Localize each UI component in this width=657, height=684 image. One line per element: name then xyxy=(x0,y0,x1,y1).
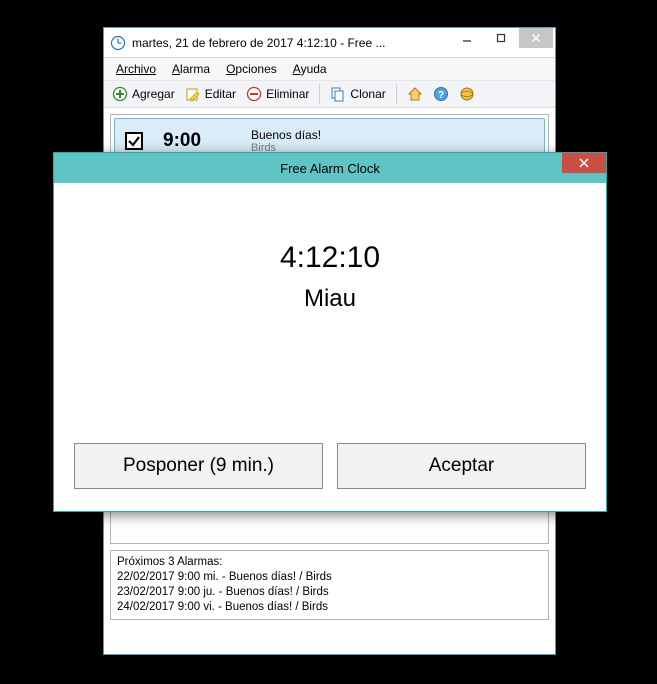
alarm-enabled-checkbox[interactable] xyxy=(125,132,143,150)
world-button[interactable] xyxy=(455,84,479,104)
toolbar-separator-2 xyxy=(396,84,397,104)
main-window-title: martes, 21 de febrero de 2017 4:12:10 - … xyxy=(132,36,450,50)
close-icon xyxy=(579,158,589,168)
toolbar-separator xyxy=(319,84,320,104)
upcoming-line-1: 22/02/2017 9:00 mi. - Buenos días! / Bir… xyxy=(117,570,542,585)
close-icon xyxy=(531,33,541,43)
dialog-buttons: Posponer (9 min.) Aceptar xyxy=(74,443,586,491)
toolbar: Agregar Editar Eliminar Clonar xyxy=(104,80,555,108)
alarm-time: 9:00 xyxy=(163,130,243,152)
help-icon: ? xyxy=(433,86,449,102)
edit-icon xyxy=(185,86,201,102)
help-button[interactable]: ? xyxy=(429,84,453,104)
minimize-button[interactable] xyxy=(450,28,484,48)
upcoming-line-3: 24/02/2017 9:00 vi. - Buenos días! / Bir… xyxy=(117,600,542,615)
home-button[interactable] xyxy=(403,84,427,104)
add-button[interactable]: Agregar xyxy=(108,84,179,104)
menu-options[interactable]: Opciones xyxy=(218,60,285,78)
delete-icon xyxy=(246,86,262,102)
dialog-titlebar: Free Alarm Clock xyxy=(54,153,606,183)
main-titlebar: martes, 21 de febrero de 2017 4:12:10 - … xyxy=(104,28,555,58)
delete-label: Eliminar xyxy=(266,87,309,101)
snooze-label: Posponer (9 min.) xyxy=(123,455,274,477)
alarm-dialog: Free Alarm Clock 4:12:10 Miau Posponer (… xyxy=(53,152,607,512)
clone-button[interactable]: Clonar xyxy=(326,84,389,104)
accept-button[interactable]: Aceptar xyxy=(337,443,586,489)
dialog-close-button[interactable] xyxy=(562,153,606,173)
snooze-button[interactable]: Posponer (9 min.) xyxy=(74,443,323,489)
check-icon xyxy=(127,134,141,148)
home-icon xyxy=(407,86,423,102)
edit-button[interactable]: Editar xyxy=(181,84,240,104)
upcoming-header: Próximos 3 Alarmas: xyxy=(117,555,542,570)
minimize-icon xyxy=(462,33,472,43)
menubar: Archivo Alarma Opciones Ayuda xyxy=(104,58,555,80)
maximize-button[interactable] xyxy=(484,28,518,48)
alarm-texts: Buenos días! Birds xyxy=(251,128,321,154)
world-icon xyxy=(459,86,475,102)
dialog-message: Miau xyxy=(304,285,356,313)
clone-icon xyxy=(330,86,346,102)
dialog-time: 4:12:10 xyxy=(280,241,380,275)
clone-label: Clonar xyxy=(350,87,385,101)
upcoming-line-2: 23/02/2017 9:00 ju. - Buenos días! / Bir… xyxy=(117,585,542,600)
edit-label: Editar xyxy=(205,87,236,101)
app-clock-icon xyxy=(110,35,126,51)
maximize-icon xyxy=(496,33,506,43)
accept-label: Aceptar xyxy=(429,455,494,477)
upcoming-panel: Próximos 3 Alarmas: 22/02/2017 9:00 mi. … xyxy=(110,550,549,620)
window-buttons xyxy=(450,28,553,48)
menu-alarm[interactable]: Alarma xyxy=(164,60,218,78)
close-button[interactable] xyxy=(519,28,553,48)
add-icon xyxy=(112,86,128,102)
dialog-center: 4:12:10 Miau xyxy=(74,203,586,443)
alarm-title: Buenos días! xyxy=(251,128,321,142)
menu-file[interactable]: Archivo xyxy=(108,60,164,78)
dialog-title: Free Alarm Clock xyxy=(280,161,380,176)
menu-help[interactable]: Ayuda xyxy=(285,60,335,78)
add-label: Agregar xyxy=(132,87,175,101)
dialog-body: 4:12:10 Miau Posponer (9 min.) Aceptar xyxy=(54,183,606,511)
delete-button[interactable]: Eliminar xyxy=(242,84,313,104)
svg-text:?: ? xyxy=(438,90,444,101)
